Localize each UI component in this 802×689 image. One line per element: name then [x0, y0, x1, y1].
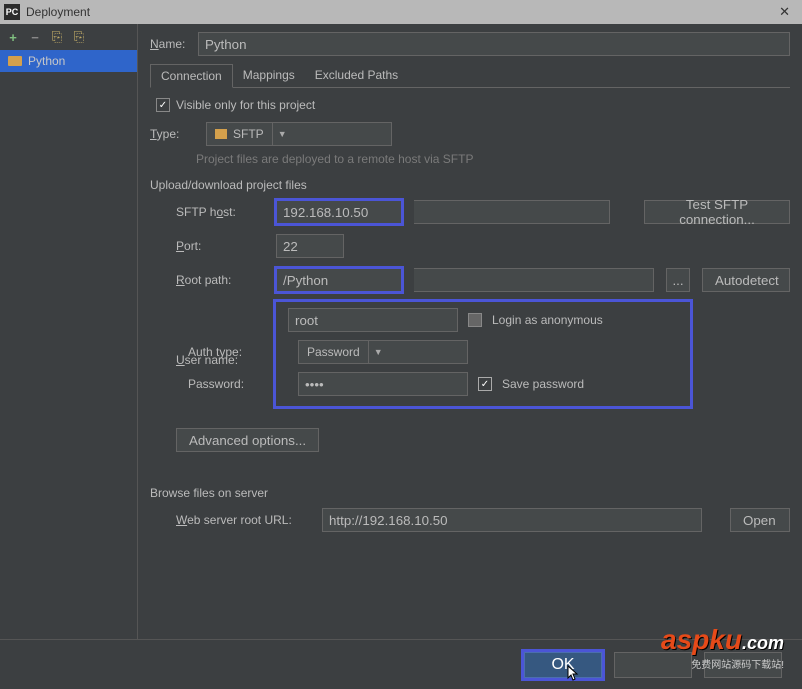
root-label: Root path: — [176, 273, 264, 287]
browse-button[interactable]: ... — [666, 268, 690, 292]
chevron-down-icon: ▼ — [272, 123, 292, 145]
name-input[interactable] — [198, 32, 790, 56]
add-icon[interactable]: + — [4, 28, 22, 46]
remove-icon[interactable]: − — [26, 28, 44, 46]
chevron-down-icon: ▼ — [368, 341, 388, 363]
host-input-ext — [414, 200, 610, 224]
port-label: Port: — [176, 239, 264, 253]
type-dropdown[interactable]: SFTP ▼ — [206, 122, 392, 146]
auth-value: Password — [307, 345, 360, 359]
window-title: Deployment — [26, 5, 90, 19]
content-panel: Name: Connection Mappings Excluded Paths… — [138, 24, 802, 639]
tab-excluded[interactable]: Excluded Paths — [305, 64, 408, 87]
sidebar: + − ⎘ ⎘ Python — [0, 24, 138, 639]
help-button[interactable] — [704, 652, 782, 678]
web-folder-icon — [215, 129, 227, 139]
tabs: Connection Mappings Excluded Paths — [150, 64, 790, 88]
anonymous-label: Login as anonymous — [492, 313, 603, 327]
url-input[interactable] — [322, 508, 702, 532]
type-hint: Project files are deployed to a remote h… — [150, 152, 790, 166]
ok-button[interactable]: OK — [524, 652, 602, 678]
password-input[interactable] — [298, 372, 468, 396]
test-connection-button[interactable]: Test SFTP connection... — [644, 200, 790, 224]
save-password-label: Save password — [502, 377, 584, 391]
sidebar-item-label: Python — [28, 54, 65, 68]
auth-label: Auth type: — [188, 345, 276, 359]
tab-mappings[interactable]: Mappings — [233, 64, 305, 87]
port-input[interactable] — [276, 234, 344, 258]
sidebar-toolbar: + − ⎘ ⎘ — [0, 24, 137, 50]
type-label: Type: — [150, 127, 198, 141]
cancel-button[interactable] — [614, 652, 692, 678]
tab-connection[interactable]: Connection — [150, 64, 233, 88]
root-input-ext — [414, 268, 654, 292]
host-label: SFTP host: — [176, 205, 264, 219]
url-label: Web server root URL: — [176, 513, 310, 527]
web-folder-icon — [8, 56, 22, 66]
advanced-options-button[interactable]: Advanced options... — [176, 428, 319, 452]
section-upload-label: Upload/download project files — [150, 178, 790, 192]
name-label: Name: — [150, 37, 198, 51]
save-password-checkbox[interactable] — [478, 377, 492, 391]
credentials-box: Login as anonymous Auth type: Password ▼… — [276, 302, 690, 406]
close-icon[interactable]: ✕ — [771, 2, 798, 22]
pycharm-icon: PC — [4, 4, 20, 20]
section-browse-label: Browse files on server — [150, 486, 790, 500]
titlebar: PC Deployment ✕ — [0, 0, 802, 24]
sidebar-item-python[interactable]: Python — [0, 50, 137, 72]
password-label: Password: — [188, 377, 276, 391]
autodetect-button[interactable]: Autodetect — [702, 268, 790, 292]
auth-dropdown[interactable]: Password ▼ — [298, 340, 468, 364]
ok-label: OK — [551, 656, 574, 674]
user-input[interactable] — [288, 308, 458, 332]
copy-icon[interactable]: ⎘ — [48, 28, 66, 46]
visible-label: Visible only for this project — [176, 98, 315, 112]
anonymous-checkbox[interactable] — [468, 313, 482, 327]
type-value: SFTP — [233, 127, 264, 141]
open-button[interactable]: Open — [730, 508, 790, 532]
paste-icon[interactable]: ⎘ — [70, 28, 88, 46]
visible-checkbox[interactable] — [156, 98, 170, 112]
footer: OK — [0, 639, 802, 689]
host-input[interactable] — [276, 200, 402, 224]
root-input[interactable] — [276, 268, 402, 292]
